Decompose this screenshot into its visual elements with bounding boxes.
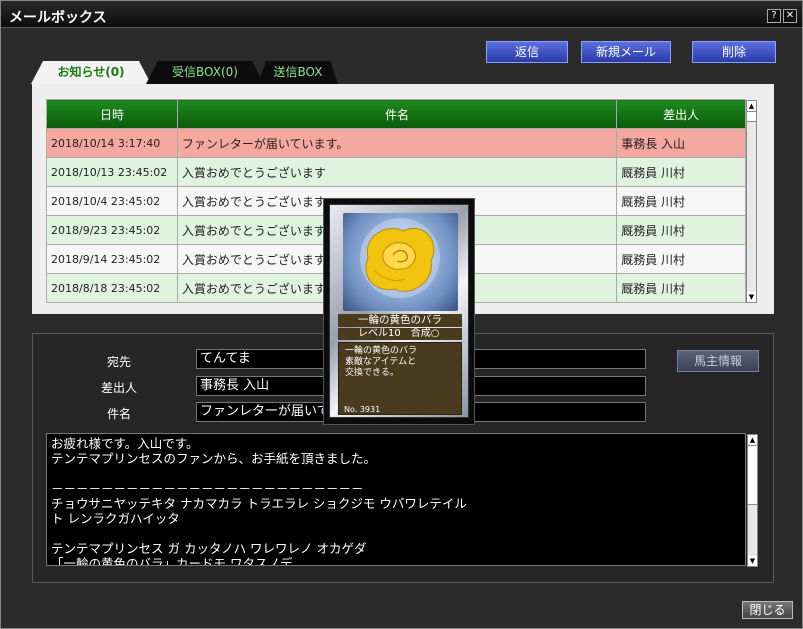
card-tooltip: 一輪の黄色のバラ レベル10 合成○ 一輪の黄色のバラ 素敵なアイテムと 交換で… [323,198,475,425]
row-date: 2018/9/14 23:45:02 [46,244,178,274]
table-row[interactable]: 2018/10/14 3:17:40 ファンレターが届いています。 事務長 入山 [46,128,746,158]
close-icon[interactable]: ✕ [783,9,797,23]
row-sender: 厩務員 川村 [616,273,746,303]
row-date: 2018/10/4 23:45:02 [46,186,178,216]
row-sender: 厩務員 川村 [616,157,746,187]
reply-button[interactable]: 返信 [486,41,568,63]
mailbox-window: メールボックス ? ✕ 返信 新規メール 削除 お知らせ(0) 受信BOX(0)… [0,0,803,629]
yellow-rose-image [343,213,458,311]
title-bar: メールボックス ? ✕ [1,1,802,28]
subject-label: 件名 [106,407,131,421]
scroll-down-icon[interactable]: ▼ [747,292,756,302]
row-subject: ファンレターが届いています。 [176,128,618,158]
item-card: 一輪の黄色のバラ レベル10 合成○ 一輪の黄色のバラ 素敵なアイテムと 交換で… [329,204,469,418]
new-mail-button[interactable]: 新規メール [581,41,671,63]
tab-notices[interactable]: お知らせ(0) [31,61,151,84]
scroll-up-icon[interactable]: ▲ [747,101,756,111]
column-header-date[interactable]: 日時 [46,99,178,129]
tab-sent[interactable]: 送信BOX [258,61,338,84]
row-date: 2018/10/14 3:17:40 [46,128,178,158]
card-number: No. 3931 [344,405,381,414]
row-sender: 事務長 入山 [616,128,746,158]
mail-body: お疲れ様です。入山です。 テンテマプリンセスのファンから、お手紙を頂きました。 … [46,433,746,566]
table-header-row: 日時 件名 差出人 [46,99,746,129]
scroll-up-icon[interactable]: ▲ [748,435,757,445]
row-sender: 厩務員 川村 [616,215,746,245]
scroll-thumb[interactable] [748,445,757,505]
from-label: 差出人 [100,381,137,395]
scroll-thumb[interactable] [747,111,756,122]
mail-list-scrollbar[interactable]: ▲ ▼ [746,100,757,303]
table-row[interactable]: 2018/10/13 23:45:02 入賞おめでとうございます 厩務員 川村 [46,157,746,187]
owner-info-button[interactable]: 馬主情報 [677,350,759,372]
row-sender: 厩務員 川村 [616,186,746,216]
column-header-sender[interactable]: 差出人 [616,99,746,129]
scroll-down-icon[interactable]: ▼ [748,556,757,566]
close-button[interactable]: 閉じる [742,601,793,619]
row-date: 2018/8/18 23:45:02 [46,273,178,303]
card-level: レベル10 合成○ [338,328,462,340]
delete-button[interactable]: 削除 [692,41,776,63]
tab-inbox[interactable]: 受信BOX(0) [146,61,264,84]
card-name: 一輪の黄色のバラ [338,314,462,327]
row-date: 2018/10/13 23:45:02 [46,157,178,187]
rose-icon [360,218,440,298]
row-date: 2018/9/23 23:45:02 [46,215,178,245]
mail-body-scrollbar[interactable]: ▲ ▼ [747,434,758,567]
help-icon[interactable]: ? [767,9,781,23]
row-subject: 入賞おめでとうございます [176,157,618,187]
to-label: 宛先 [106,355,131,369]
column-header-subject[interactable]: 件名 [176,99,618,129]
row-sender: 厩務員 川村 [616,244,746,274]
window-title: メールボックス [9,10,107,26]
